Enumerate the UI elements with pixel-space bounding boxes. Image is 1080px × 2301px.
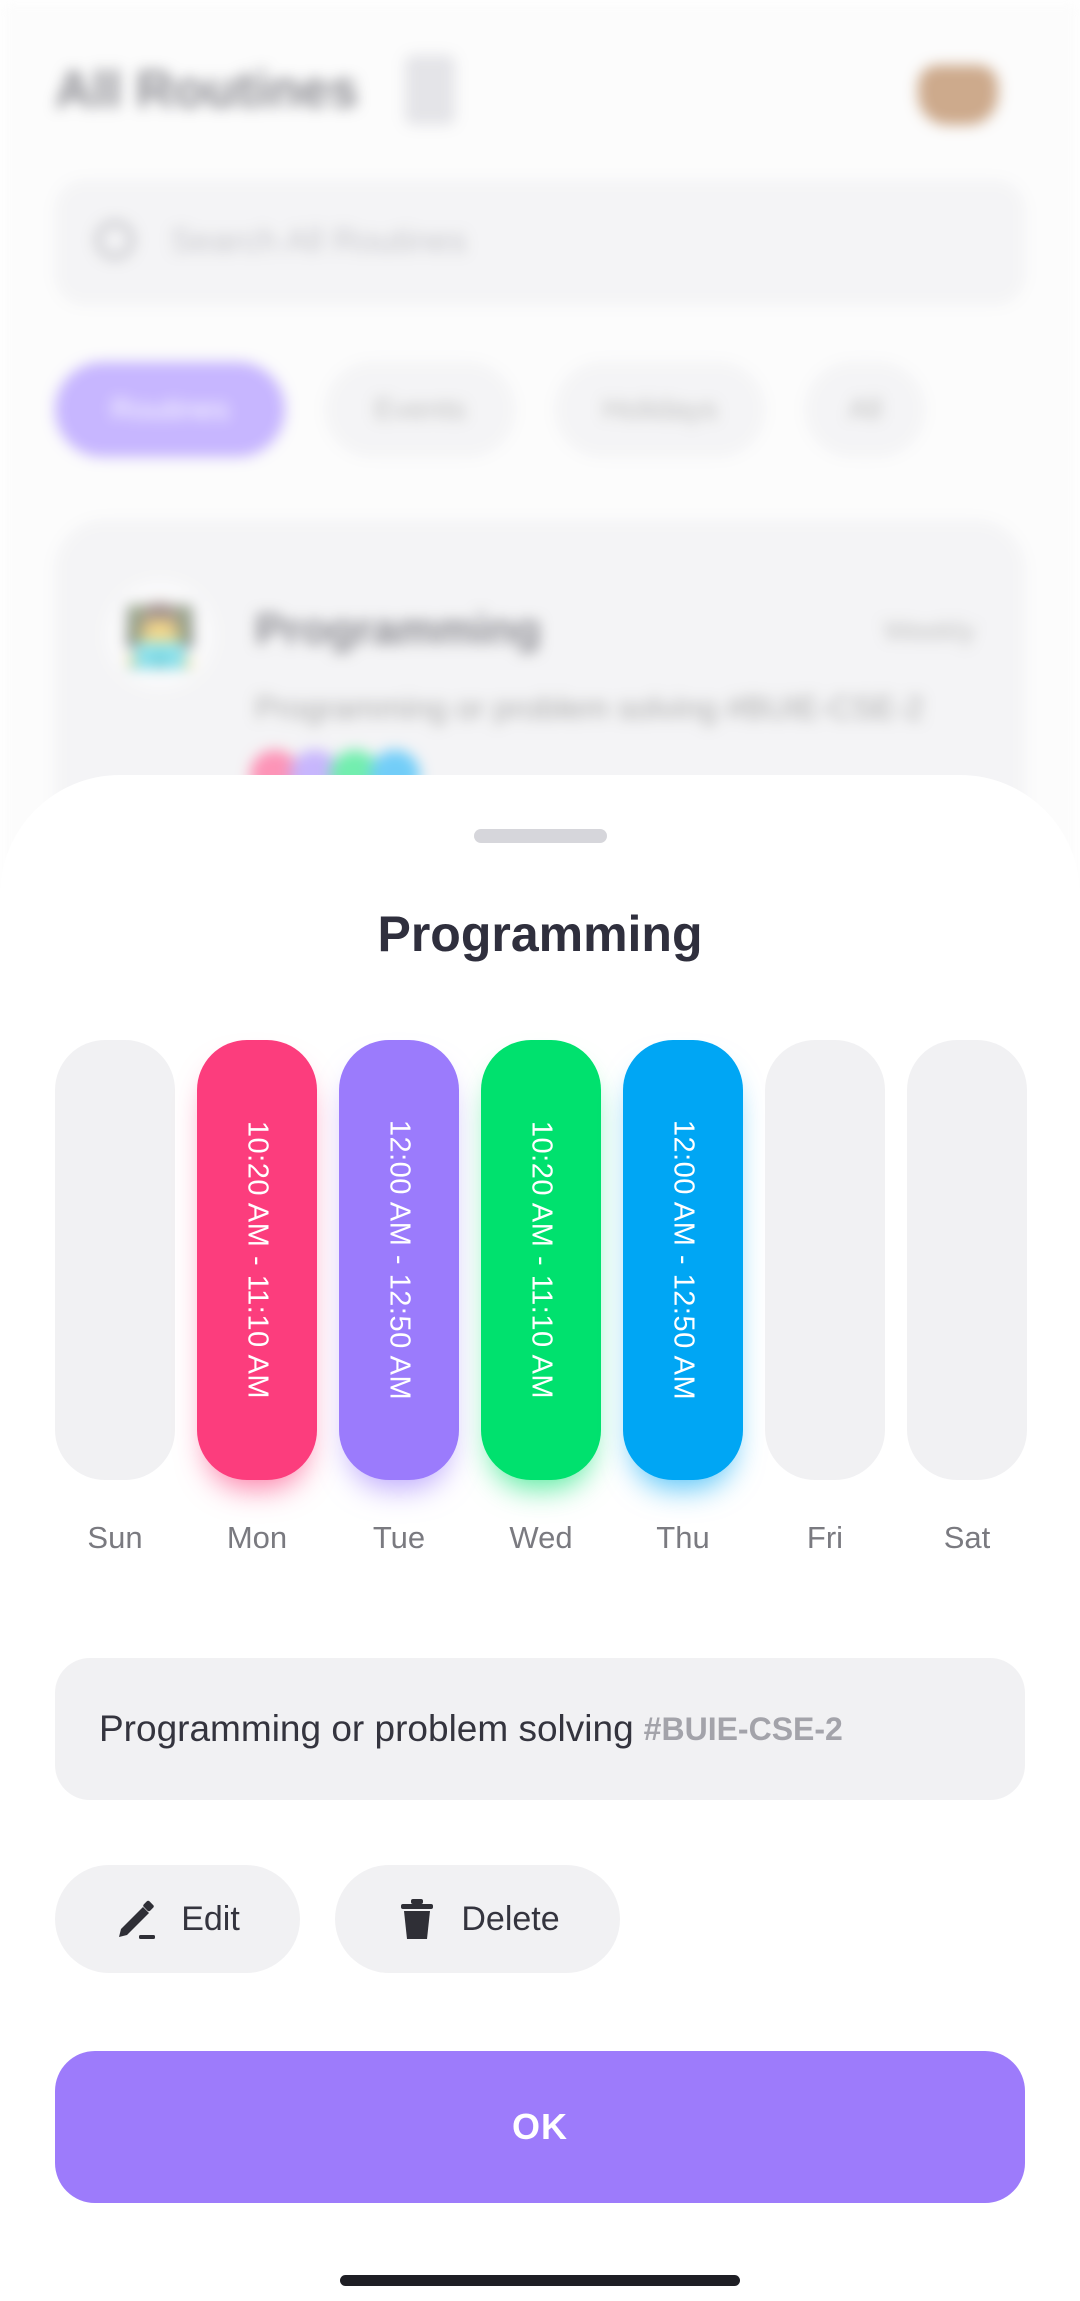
background-screen: All Routines Search All Routines Routine…	[0, 0, 1080, 940]
day-label-thu: Thu	[656, 1520, 710, 1555]
chip-events: Events	[325, 362, 515, 457]
avatar	[918, 65, 998, 125]
pencil-icon	[115, 1897, 159, 1941]
search-bar: Search All Routines	[55, 180, 1025, 305]
day-label-sun: Sun	[87, 1520, 143, 1555]
routine-card-badge: Weekly	[883, 615, 975, 646]
day-time: 10:20 AM - 11:10 AM	[241, 1120, 274, 1400]
day-time: 12:00 AM - 12:50 AM	[667, 1119, 700, 1401]
chip-routines: Routines	[55, 362, 285, 457]
day-pill-tue: 12:00 AM - 12:50 AM	[339, 1040, 459, 1480]
day-pill-fri	[765, 1040, 885, 1480]
day-label-sat: Sat	[943, 1520, 991, 1555]
routine-emoji: 👨‍💻	[105, 580, 215, 690]
search-icon	[95, 220, 135, 260]
description-tag: #BUIE-CSE-2	[643, 1710, 843, 1747]
chip-holidays: Holidays	[555, 362, 765, 457]
day-pill-thu: 12:00 AM - 12:50 AM	[623, 1040, 743, 1480]
day-label-wed: Wed	[509, 1520, 573, 1555]
description-text: Programming or problem solving	[99, 1708, 634, 1749]
routine-card-title: Programming	[255, 605, 542, 654]
day-time: 10:20 AM - 11:10 AM	[525, 1120, 558, 1400]
day-label-mon: Mon	[226, 1520, 288, 1555]
sheet-title: Programming	[377, 906, 703, 962]
routine-detail-sheet: Programming 10:20 AM - 11:10 AM 12:00 AM…	[0, 775, 1080, 2301]
chip-all: All	[805, 362, 925, 457]
day-pill-sat	[907, 1040, 1027, 1480]
routine-card-description: Programming or problem solving #BUIE-CSE…	[255, 690, 924, 726]
filter-chips: Routines Events Holidays All	[55, 362, 1055, 462]
ok-button[interactable]: OK	[55, 2051, 1025, 2203]
day-label-tue: Tue	[372, 1520, 426, 1555]
day-pill-mon: 10:20 AM - 11:10 AM	[197, 1040, 317, 1480]
day-label-fri: Fri	[806, 1520, 844, 1555]
routine-description: Programming or problem solving #BUIE-CSE…	[55, 1658, 1025, 1800]
search-placeholder: Search All Routines	[170, 222, 467, 260]
edit-button[interactable]: Edit	[55, 1865, 300, 1973]
sheet-drag-handle[interactable]	[474, 829, 607, 843]
app-root: All Routines Search All Routines Routine…	[0, 0, 1080, 2301]
trash-icon	[395, 1897, 439, 1941]
delete-label: Delete	[461, 1899, 560, 1938]
day-pill-sun	[55, 1040, 175, 1480]
day-pill-wed: 10:20 AM - 11:10 AM	[481, 1040, 601, 1480]
weekday-schedule: 10:20 AM - 11:10 AM 12:00 AM - 12:50 AM …	[0, 1040, 1080, 1580]
calendar-icon	[405, 55, 455, 125]
page-title: All Routines	[55, 61, 359, 119]
day-time: 12:00 AM - 12:50 AM	[383, 1119, 416, 1401]
home-indicator	[340, 2275, 740, 2286]
delete-button[interactable]: Delete	[335, 1865, 620, 1973]
edit-label: Edit	[181, 1899, 240, 1938]
